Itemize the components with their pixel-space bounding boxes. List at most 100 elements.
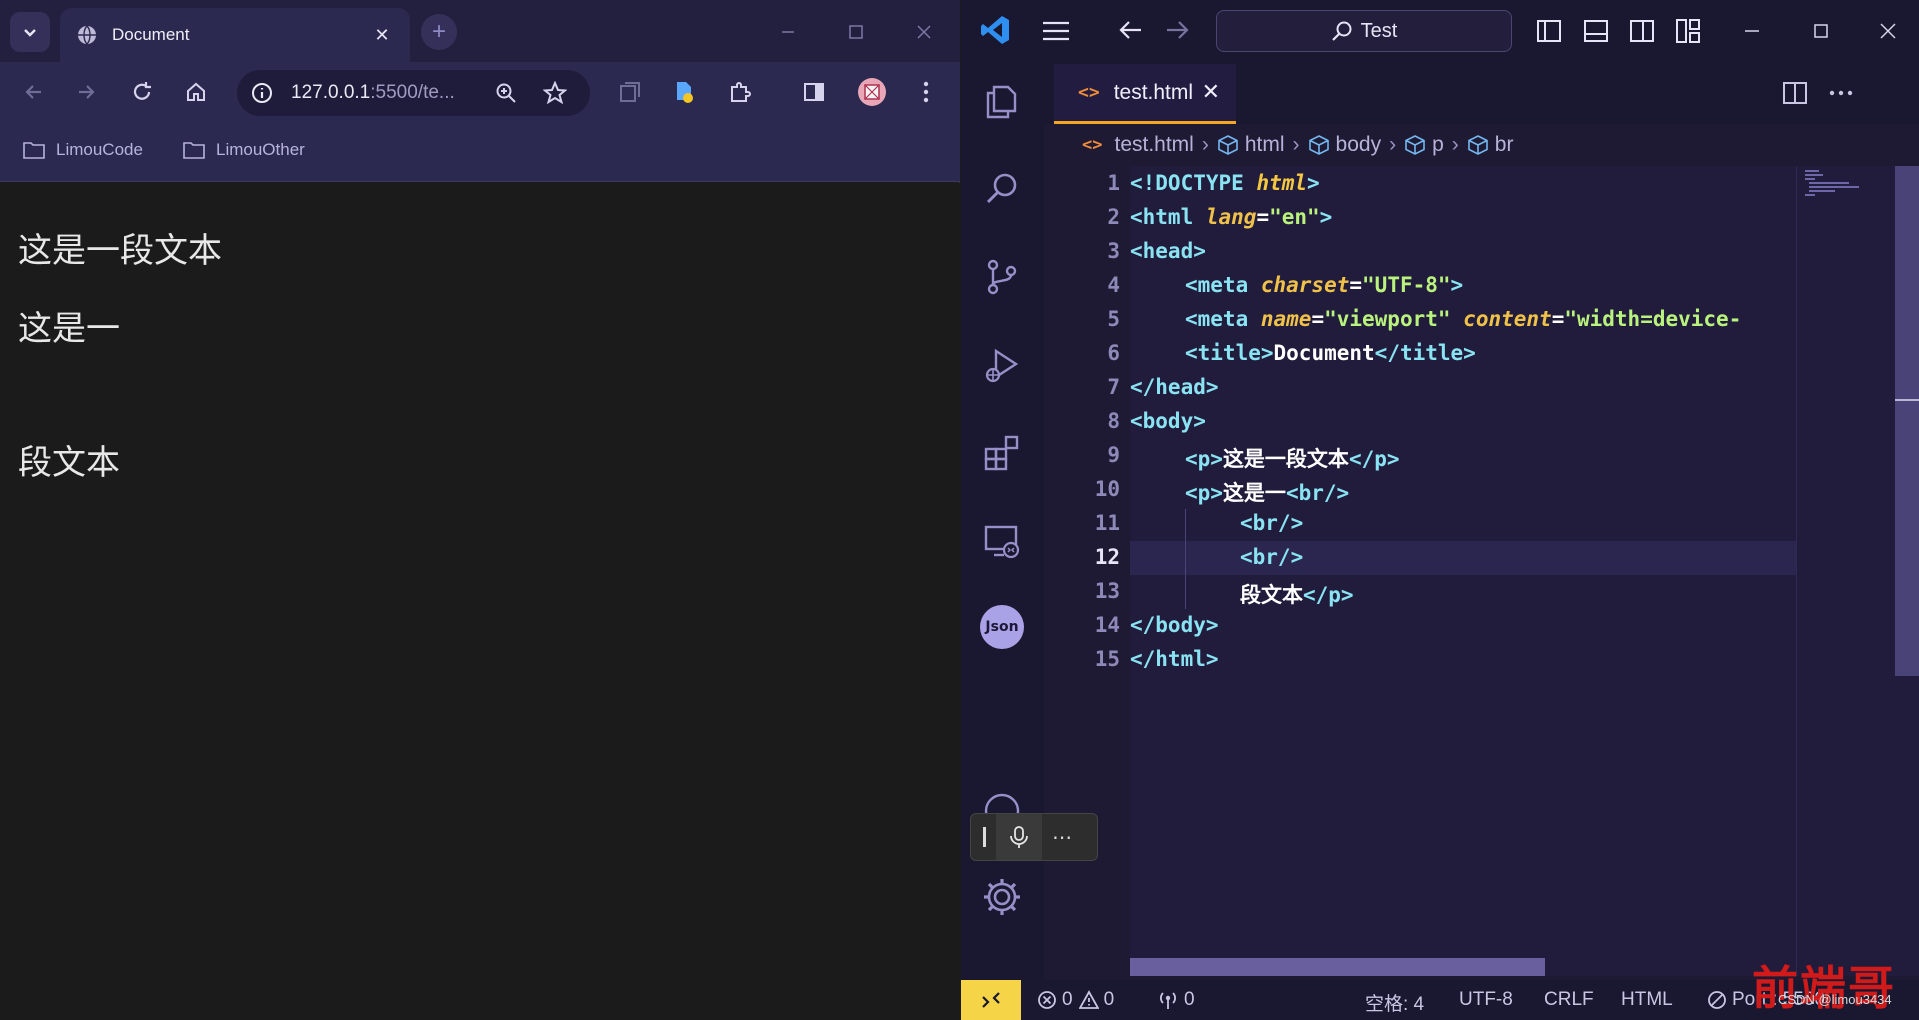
indentation-indicator[interactable]: 空格: 4 [1365,989,1424,1016]
remote-explorer-icon[interactable] [979,518,1025,564]
line-number: 15 [1094,647,1120,671]
folder-icon [23,142,45,159]
horizontal-scrollbar[interactable] [1130,958,1545,976]
ports-indicator[interactable]: 0 [1157,989,1195,1011]
tab-search-button[interactable] [10,12,50,52]
indent-guide [1185,509,1186,609]
line-number: 11 [1094,511,1120,535]
code-line-13: 段文本</p> [1240,583,1354,607]
chevron-down-icon [24,29,36,37]
site-info-icon[interactable] [251,82,273,104]
editor-tab-test-html[interactable]: <> test.html ✕ [1054,62,1236,124]
code-line-4: <meta charset="UTF-8"> [1185,273,1464,297]
close-window-icon[interactable] [906,14,942,50]
home-icon[interactable] [180,76,212,108]
customize-layout-icon[interactable] [1675,18,1701,44]
more-options-icon[interactable]: ⋯ [1052,825,1072,849]
bookmarks-bar: LimouCode LimouOther [0,122,960,182]
back-arrow-icon[interactable] [1117,16,1145,44]
bookmark-folder-limouother[interactable]: LimouOther [182,140,305,160]
cube-symbol-icon [1218,135,1238,155]
problems-indicator[interactable]: 0 0 [1037,989,1114,1011]
breadcrumb-p[interactable]: p › [1404,133,1459,157]
globe-icon [78,25,96,45]
toggle-secondary-sidebar-icon[interactable] [1629,18,1655,44]
minimize-icon[interactable] [1737,16,1767,46]
microphone-button[interactable] [996,814,1042,860]
vscode-window: Test Json <> test.html ✕ <> test.html› [961,0,1919,1020]
vscode-titlebar: Test [961,0,1919,62]
line-number: 10 [1094,477,1120,501]
breadcrumb-br[interactable]: br [1467,133,1513,157]
breadcrumb-html[interactable]: html › [1217,133,1300,157]
maximize-icon[interactable] [838,14,874,50]
extensions-puzzle-icon[interactable] [724,76,756,108]
toggle-panel-icon[interactable] [1583,18,1609,44]
search-icon [1331,21,1352,41]
zoom-icon[interactable] [495,82,517,104]
forward-arrow-icon[interactable] [70,76,102,108]
address-bar[interactable]: 127.0.0.1:5500/te... [237,70,590,116]
drag-handle[interactable] [983,827,986,847]
tab-close-icon[interactable]: ✕ [368,21,396,49]
line-number: 13 [1094,579,1120,603]
side-panel-icon[interactable] [798,76,830,108]
watermark-logo: 前端哥 [1752,961,1896,1015]
code-line-3: <head> [1130,239,1206,263]
explorer-files-icon[interactable] [979,78,1025,124]
code-line-11: <br/> [1240,511,1304,535]
toggle-primary-sidebar-icon[interactable] [1536,18,1562,44]
bookmark-folder-limoucode[interactable]: LimouCode [22,140,143,160]
more-actions-icon[interactable] [1828,80,1854,106]
breadcrumb-body[interactable]: body › [1308,133,1396,157]
language-mode-indicator[interactable]: HTML [1621,989,1673,1011]
forward-arrow-icon[interactable] [1163,16,1191,44]
star-bookmark-icon[interactable] [543,81,567,105]
encoding-indicator[interactable]: UTF-8 [1459,989,1513,1011]
eol-indicator[interactable]: CRLF [1544,989,1594,1011]
browser-tab-strip: Document ✕ + [0,0,960,62]
no-entry-icon [1708,991,1726,1009]
tab-groups-icon[interactable] [614,76,646,108]
more-menu-icon[interactable] [910,76,942,108]
json-extension-icon[interactable]: Json [979,604,1025,650]
minimize-icon[interactable] [770,14,806,50]
close-window-icon[interactable] [1873,16,1903,46]
error-icon [1038,991,1056,1009]
code-line-8: <body> [1130,409,1206,433]
source-control-icon[interactable] [979,254,1025,300]
split-editor-icon[interactable] [1782,80,1808,106]
command-center-search[interactable]: Test [1216,10,1512,52]
cube-symbol-icon [1467,135,1488,155]
reload-icon[interactable] [126,76,158,108]
remote-indicator-button[interactable] [961,980,1021,1020]
line-number: 8 [1107,409,1120,433]
code-line-14: </body> [1130,613,1219,637]
settings-gear-icon[interactable] [979,874,1025,920]
back-arrow-icon[interactable] [18,76,50,108]
run-debug-icon[interactable] [979,342,1025,388]
browser-tab-document[interactable]: Document ✕ [60,8,410,62]
search-icon[interactable] [979,166,1025,212]
line-number: 6 [1107,341,1120,365]
folder-icon [183,142,205,159]
editor-tab-bar: <> test.html ✕ [1044,62,1919,124]
profile-avatar[interactable] [856,76,888,108]
menu-hamburger-icon[interactable] [1041,18,1071,44]
extensions-icon[interactable] [979,430,1025,476]
line-number-active: 12 [1094,545,1120,569]
code-editor[interactable]: <!DOCTYPE html> <html lang="en"> <head> … [1130,166,1796,976]
new-tab-button[interactable]: + [421,14,457,50]
extension-doc-icon[interactable] [668,76,700,108]
remote-icon [982,992,1000,1008]
broadcast-icon [1160,992,1176,1009]
maximize-icon[interactable] [1806,16,1836,46]
microphone-icon [1010,826,1028,848]
breadcrumb-file[interactable]: <> test.html › [1082,133,1209,157]
code-line-9: <p>这是一段文本</p> [1185,447,1400,471]
line-number: 1 [1107,171,1120,195]
voice-input-toolbar: ⋯ [970,813,1098,861]
vertical-scrollbar[interactable] [1895,166,1919,676]
cube-symbol-icon [1308,135,1329,155]
close-tab-icon[interactable]: ✕ [1202,80,1220,105]
